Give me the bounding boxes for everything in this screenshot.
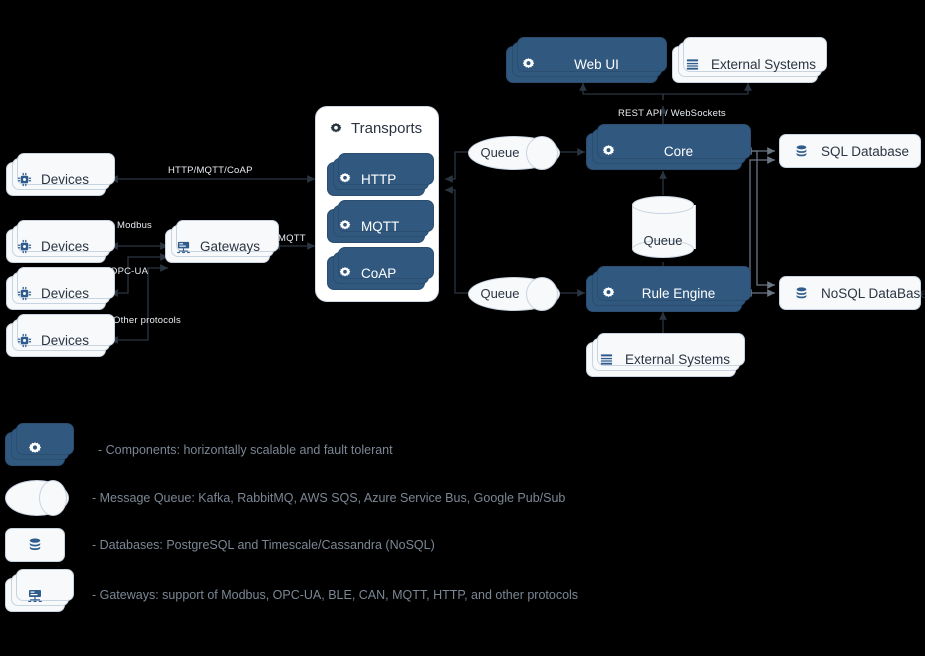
node-label: Devices — [41, 238, 90, 254]
node-label: SQL Database — [821, 143, 910, 159]
node-rule-engine[interactable]: Rule Engine — [586, 266, 751, 312]
node-label: External Systems — [625, 352, 731, 367]
node-core[interactable]: Core — [586, 124, 751, 170]
node-label: HTTP — [361, 171, 397, 187]
queue-top-ellipse — [632, 196, 694, 214]
chip-icon — [17, 286, 32, 301]
node-label: NoSQL DataBase — [821, 285, 925, 301]
gateway-icon — [176, 239, 191, 254]
chip-icon — [17, 333, 32, 348]
edge-label-rest-api: REST API / WebSockets — [618, 108, 726, 119]
chip-icon — [17, 239, 32, 254]
node-label: MQTT — [361, 218, 400, 234]
edge-label-devices-transports: HTTP/MQTT/CoAP — [168, 165, 253, 176]
node-gateways[interactable]: Gateways — [165, 220, 279, 263]
node-web-ui[interactable]: Web UI — [506, 37, 667, 83]
node-devices-2[interactable]: Devices — [6, 220, 115, 263]
node-label: Rule Engine — [641, 286, 716, 301]
transport-http[interactable]: HTTP — [327, 153, 434, 196]
list-icon — [599, 352, 614, 367]
legend-text-queue: - Message Queue: Kafka, RabbitMQ, AWS SQ… — [92, 491, 566, 505]
legend-text-database: - Databases: PostgreSQL and Timescale/Ca… — [92, 538, 435, 552]
queue-top[interactable]: Queue — [468, 136, 560, 170]
legend-icon-gateway — [5, 569, 74, 612]
connector-layer — [110, 83, 775, 344]
node-sql-database[interactable]: SQL Database — [779, 134, 921, 168]
queue-middle[interactable]: Queue — [632, 196, 696, 258]
node-label: Gateways — [200, 238, 261, 254]
node-label: External Systems — [711, 57, 817, 72]
edge-label-opcua: OPC-UA — [110, 266, 149, 277]
database-icon — [794, 286, 809, 301]
node-external-systems-bottom[interactable]: External Systems — [586, 333, 745, 377]
queue-label: Queue — [480, 144, 520, 160]
queue-label: Queue — [643, 233, 683, 248]
gear-icon — [338, 219, 352, 233]
node-label: CoAP — [361, 265, 397, 281]
legend-text-gateway: - Gateways: support of Modbus, OPC-UA, B… — [92, 588, 579, 602]
node-label: Devices — [41, 332, 90, 348]
node-label: Core — [663, 144, 694, 159]
node-nosql-database[interactable]: NoSQL DataBase — [779, 276, 925, 310]
legend-icon-component — [5, 423, 74, 466]
legend-icon-queue — [5, 480, 69, 516]
legend-text-component: - Components: horizontally scalable and … — [98, 443, 393, 457]
queue-label: Queue — [480, 285, 520, 301]
transports-title: Transports — [329, 120, 422, 137]
gear-icon — [338, 172, 352, 186]
edge-label-mqtt: MQTT — [278, 233, 306, 244]
gear-icon — [601, 286, 616, 301]
gear-icon — [329, 122, 343, 136]
diagram-canvas: Devices Devices Devices Devices Gateways… — [0, 0, 925, 656]
node-label: Devices — [41, 171, 90, 187]
edge-label-modbus: Modbus — [117, 220, 152, 231]
queue-cap — [39, 480, 67, 516]
transports-title-label: Transports — [351, 120, 423, 137]
transport-mqtt[interactable]: MQTT — [327, 200, 434, 243]
database-icon — [794, 144, 809, 159]
node-label: Web UI — [574, 57, 619, 72]
node-label: Devices — [41, 285, 90, 301]
node-devices-4[interactable]: Devices — [6, 314, 115, 357]
chip-icon — [17, 172, 32, 187]
gear-icon — [338, 266, 352, 280]
node-external-systems-top[interactable]: External Systems — [672, 37, 827, 83]
list-icon — [685, 57, 700, 72]
queue-bottom[interactable]: Queue — [468, 277, 560, 311]
legend-icon-database — [5, 528, 65, 562]
edge-label-other-protocols: Other protocols — [113, 315, 181, 326]
node-devices-1[interactable]: Devices — [6, 153, 115, 196]
node-devices-3[interactable]: Devices — [6, 267, 115, 310]
gear-icon — [601, 144, 616, 159]
gear-icon — [521, 57, 536, 72]
transport-coap[interactable]: CoAP — [327, 247, 434, 290]
